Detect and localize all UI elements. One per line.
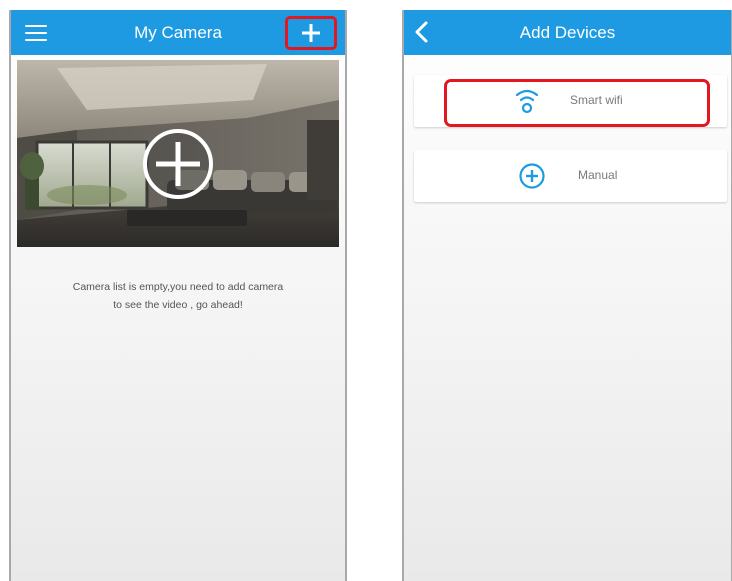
highlight-box bbox=[444, 79, 710, 127]
page-title: Add Devices bbox=[519, 23, 616, 42]
add-devices-screen: Add Devices Smart wifi Manual bbox=[402, 10, 732, 581]
plus-icon bbox=[302, 24, 320, 42]
app-header: My Camera bbox=[11, 10, 345, 55]
empty-message-line1: Camera list is empty,you need to add cam… bbox=[72, 281, 284, 293]
plus-circle-icon bbox=[519, 163, 545, 189]
add-camera-button[interactable] bbox=[285, 16, 337, 50]
my-camera-screen: My Camera Camera list is empty,you need … bbox=[9, 10, 347, 581]
plus-circle-icon bbox=[143, 129, 213, 199]
app-header: Add Devices bbox=[404, 10, 731, 55]
empty-list-message: Camera list is empty,you need to add cam… bbox=[31, 278, 325, 314]
manual-label: Manual bbox=[578, 168, 618, 182]
empty-message-line2: to see the video , go ahead! bbox=[113, 299, 243, 311]
add-camera-image[interactable] bbox=[17, 60, 339, 247]
manual-option[interactable]: Manual bbox=[414, 150, 727, 202]
smart-wifi-option[interactable]: Smart wifi bbox=[414, 75, 727, 127]
